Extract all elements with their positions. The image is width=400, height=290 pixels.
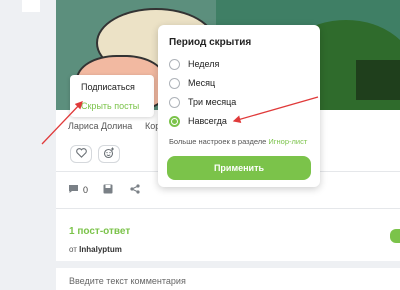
like-button[interactable]	[70, 145, 92, 163]
left-background	[0, 0, 40, 290]
radio-forever-selected[interactable]	[169, 115, 180, 127]
hide-period-title: Период скрытия	[169, 37, 252, 48]
reply-posts-title[interactable]: 1 пост-ответ	[69, 226, 130, 237]
hide-posts-menu-item[interactable]: Скрыть посты	[81, 101, 139, 111]
save-icon	[103, 183, 113, 197]
reply-author[interactable]: Inhalyptum	[79, 245, 122, 254]
share-icon	[130, 183, 140, 197]
period-option-label: Навсегда	[188, 116, 227, 126]
period-option-month[interactable]: Месяц	[169, 77, 215, 89]
post-tags: Лариса Долина Коротко	[68, 121, 178, 131]
left-panel-stub	[22, 0, 40, 12]
radio-week[interactable]	[169, 58, 180, 70]
comments-count: 0	[83, 185, 89, 195]
more-settings-line: Больше настроек в разделе Игнор-лист	[169, 137, 307, 146]
reply-by-prefix: от	[69, 245, 77, 254]
post-options-menu: Подписаться Скрыть посты	[70, 75, 154, 117]
share-button[interactable]	[130, 183, 140, 197]
comment-input[interactable]: Введите текст комментария	[69, 276, 186, 286]
reply-action-button[interactable]	[390, 229, 400, 243]
post-actions: 0	[68, 184, 140, 196]
radio-month[interactable]	[169, 77, 180, 89]
save-button[interactable]	[103, 183, 113, 197]
add-emoji-icon	[103, 147, 115, 162]
subscribe-menu-item[interactable]: Подписаться	[81, 82, 135, 92]
tag-larisa-dolina[interactable]: Лариса Долина	[68, 121, 132, 131]
period-option-label: Неделя	[188, 59, 220, 69]
period-option-label: Три месяца	[188, 97, 237, 107]
add-reaction-button[interactable]	[98, 145, 120, 163]
comment-icon	[68, 183, 79, 197]
hide-period-popup: Период скрытия Неделя Месяц Три месяца Н…	[158, 25, 320, 187]
heart-icon	[75, 147, 87, 161]
reply-author-line: от Inhalyptum	[69, 245, 122, 254]
period-option-three-months[interactable]: Три месяца	[169, 96, 236, 108]
radio-three-months[interactable]	[169, 96, 180, 108]
period-option-week[interactable]: Неделя	[169, 58, 219, 70]
more-settings-text: Больше настроек в разделе	[169, 137, 267, 146]
comment-box: Введите текст комментария	[56, 268, 400, 290]
period-option-label: Месяц	[188, 78, 216, 88]
ignore-list-link[interactable]: Игнор-лист	[268, 137, 307, 146]
reply-posts-block: 1 пост-ответ от Inhalyptum	[56, 208, 400, 261]
apply-button[interactable]: Применить	[167, 156, 311, 180]
period-option-forever[interactable]: Навсегда	[169, 115, 227, 127]
comments-button[interactable]: 0	[68, 183, 88, 197]
